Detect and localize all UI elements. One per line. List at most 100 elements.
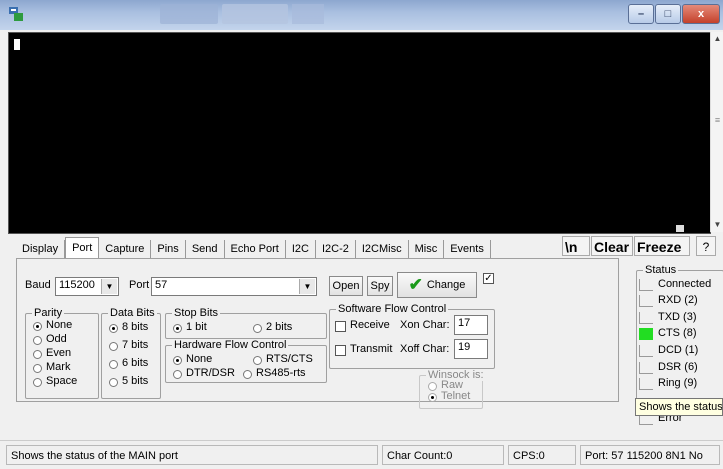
hw-flow-rts-cts-radio[interactable] (253, 356, 262, 365)
terminal-output[interactable] (8, 32, 711, 234)
cps-readout: CPS:0 (508, 445, 576, 465)
title-bar[interactable]: – □ x (0, 0, 723, 30)
spy-button[interactable]: Spy (367, 276, 393, 296)
status-rxd: RXD (2) (639, 294, 698, 307)
status-dcd: DCD (1) (639, 344, 699, 357)
data-bits-5-radio[interactable] (109, 378, 118, 387)
data-bits-group: Data Bits 8 bits 7 bits 6 bits 5 bits (101, 307, 161, 399)
winsock-group: Winsock is: Raw Telnet (419, 369, 486, 409)
status-label: DCD (1) (658, 344, 699, 356)
open-label: Open (332, 280, 360, 292)
xoff-label: Xoff Char: (400, 343, 450, 355)
scroll-up-icon[interactable]: ▲ (711, 34, 723, 43)
baud-select[interactable]: 115200 ▼ (55, 277, 119, 296)
led-indicator (639, 279, 653, 291)
status-group: Status (636, 264, 723, 412)
stop-bits-2-radio[interactable] (253, 324, 262, 333)
tab-pins[interactable]: Pins (151, 240, 186, 258)
scroll-down-icon[interactable]: ▼ (711, 220, 723, 229)
data-bits-7-radio[interactable] (109, 342, 118, 351)
tab-send[interactable]: Send (186, 240, 225, 258)
parity-odd-radio[interactable] (33, 336, 42, 345)
tab-capture[interactable]: Capture (99, 240, 152, 258)
tab-echo-port[interactable]: Echo Port (225, 240, 286, 258)
status-label: TXD (3) (658, 311, 697, 323)
port-settings-panel: Baud 115200 ▼ Port 57 ▼ Open Spy ✔ Chang… (16, 258, 619, 409)
hw-flow-none-radio[interactable] (173, 356, 182, 365)
tab-events[interactable]: Events (444, 240, 491, 258)
data-bits-option: 6 bits (122, 357, 149, 369)
char-count: Char Count:0 (382, 445, 504, 465)
port-label: Port (129, 279, 150, 291)
change-checkbox[interactable]: ✓ (483, 273, 494, 284)
status-tooltip: Shows the status of the MAIN port (635, 398, 723, 416)
change-label: Change (426, 279, 466, 291)
checkmark-icon: ✔ (408, 275, 423, 294)
led-indicator (639, 328, 653, 340)
tab-display[interactable]: Display (16, 240, 66, 258)
maximize-button[interactable]: □ (655, 4, 681, 24)
led-indicator (639, 345, 653, 357)
led-indicator (639, 295, 653, 307)
parity-none-radio[interactable] (33, 322, 42, 331)
winsock-option: Telnet (441, 390, 471, 402)
tab-misc[interactable]: Misc (409, 240, 445, 258)
minimize-button[interactable]: – (628, 4, 654, 24)
baud-value: 115200 (59, 279, 95, 291)
newline-button[interactable]: \n (562, 236, 590, 256)
status-cts: CTS (8) (639, 327, 697, 340)
transmit-checkbox[interactable] (335, 345, 346, 356)
xoff-input[interactable]: 19 (454, 339, 488, 359)
data-bits-option: 8 bits (122, 321, 149, 333)
chevron-down-icon[interactable]: ▼ (101, 279, 117, 294)
freeze-button[interactable]: Freeze (634, 236, 690, 256)
change-button[interactable]: ✔ Change (397, 272, 477, 298)
tab-i2c-2[interactable]: I2C-2 (316, 240, 356, 258)
port-select[interactable]: 57 ▼ (151, 277, 317, 296)
tab-i2c[interactable]: I2C (286, 240, 316, 258)
stop-bits-1-radio[interactable] (173, 324, 182, 333)
title-text-blur (160, 4, 218, 24)
winsock-telnet-radio[interactable] (428, 393, 437, 402)
parity-option: Space (46, 375, 78, 387)
status-label: Ring (9) (658, 377, 698, 389)
status-message: Shows the status of the MAIN port (6, 445, 378, 465)
xon-label: Xon Char: (400, 319, 450, 331)
parity-option: None (46, 319, 73, 331)
terminal-app-icon[interactable] (8, 6, 24, 22)
scroll-grip-icon[interactable]: ≡ (713, 116, 722, 132)
hw-flow-rs485-radio[interactable] (243, 370, 252, 379)
receive-checkbox[interactable] (335, 321, 346, 332)
data-bits-8-radio[interactable] (109, 324, 118, 333)
parity-option: Odd (46, 333, 67, 345)
parity-space-radio[interactable] (33, 378, 42, 387)
hw-flow-option: None (186, 353, 213, 365)
port-value: 57 (155, 279, 168, 291)
parity-mark-radio[interactable] (33, 364, 42, 373)
parity-even-radio[interactable] (33, 350, 42, 359)
xon-input[interactable]: 17 (454, 315, 488, 335)
spy-label: Spy (370, 280, 390, 292)
parity-group: Parity None Odd Even Mark Space (25, 307, 99, 399)
clear-button[interactable]: Clear (591, 236, 633, 256)
status-label: RXD (2) (658, 294, 698, 306)
status-connected: Connected (639, 278, 711, 291)
help-button[interactable]: ? (696, 236, 716, 256)
led-indicator (639, 378, 653, 390)
hardware-flow-title: Hardware Flow Control (172, 339, 289, 351)
data-bits-6-radio[interactable] (109, 360, 118, 369)
close-button[interactable]: x (682, 4, 720, 24)
tab-i2cmisc[interactable]: I2CMisc (356, 240, 409, 258)
chevron-down-icon[interactable]: ▼ (299, 279, 315, 294)
open-button[interactable]: Open (329, 276, 363, 296)
software-flow-group: Software Flow Control Receive Xon Char: … (329, 303, 495, 369)
parity-option: Mark (46, 361, 71, 373)
winsock-raw-radio[interactable] (428, 382, 437, 391)
hw-flow-dtr-dsr-radio[interactable] (173, 370, 182, 379)
baud-label: Baud (25, 279, 51, 291)
status-title: Status (643, 264, 679, 276)
vertical-scrollbar[interactable]: ▲ ≡ ▼ (710, 32, 723, 232)
status-label: CTS (8) (658, 327, 697, 339)
data-bits-option: 5 bits (122, 375, 149, 387)
tab-port[interactable]: Port (65, 237, 100, 258)
